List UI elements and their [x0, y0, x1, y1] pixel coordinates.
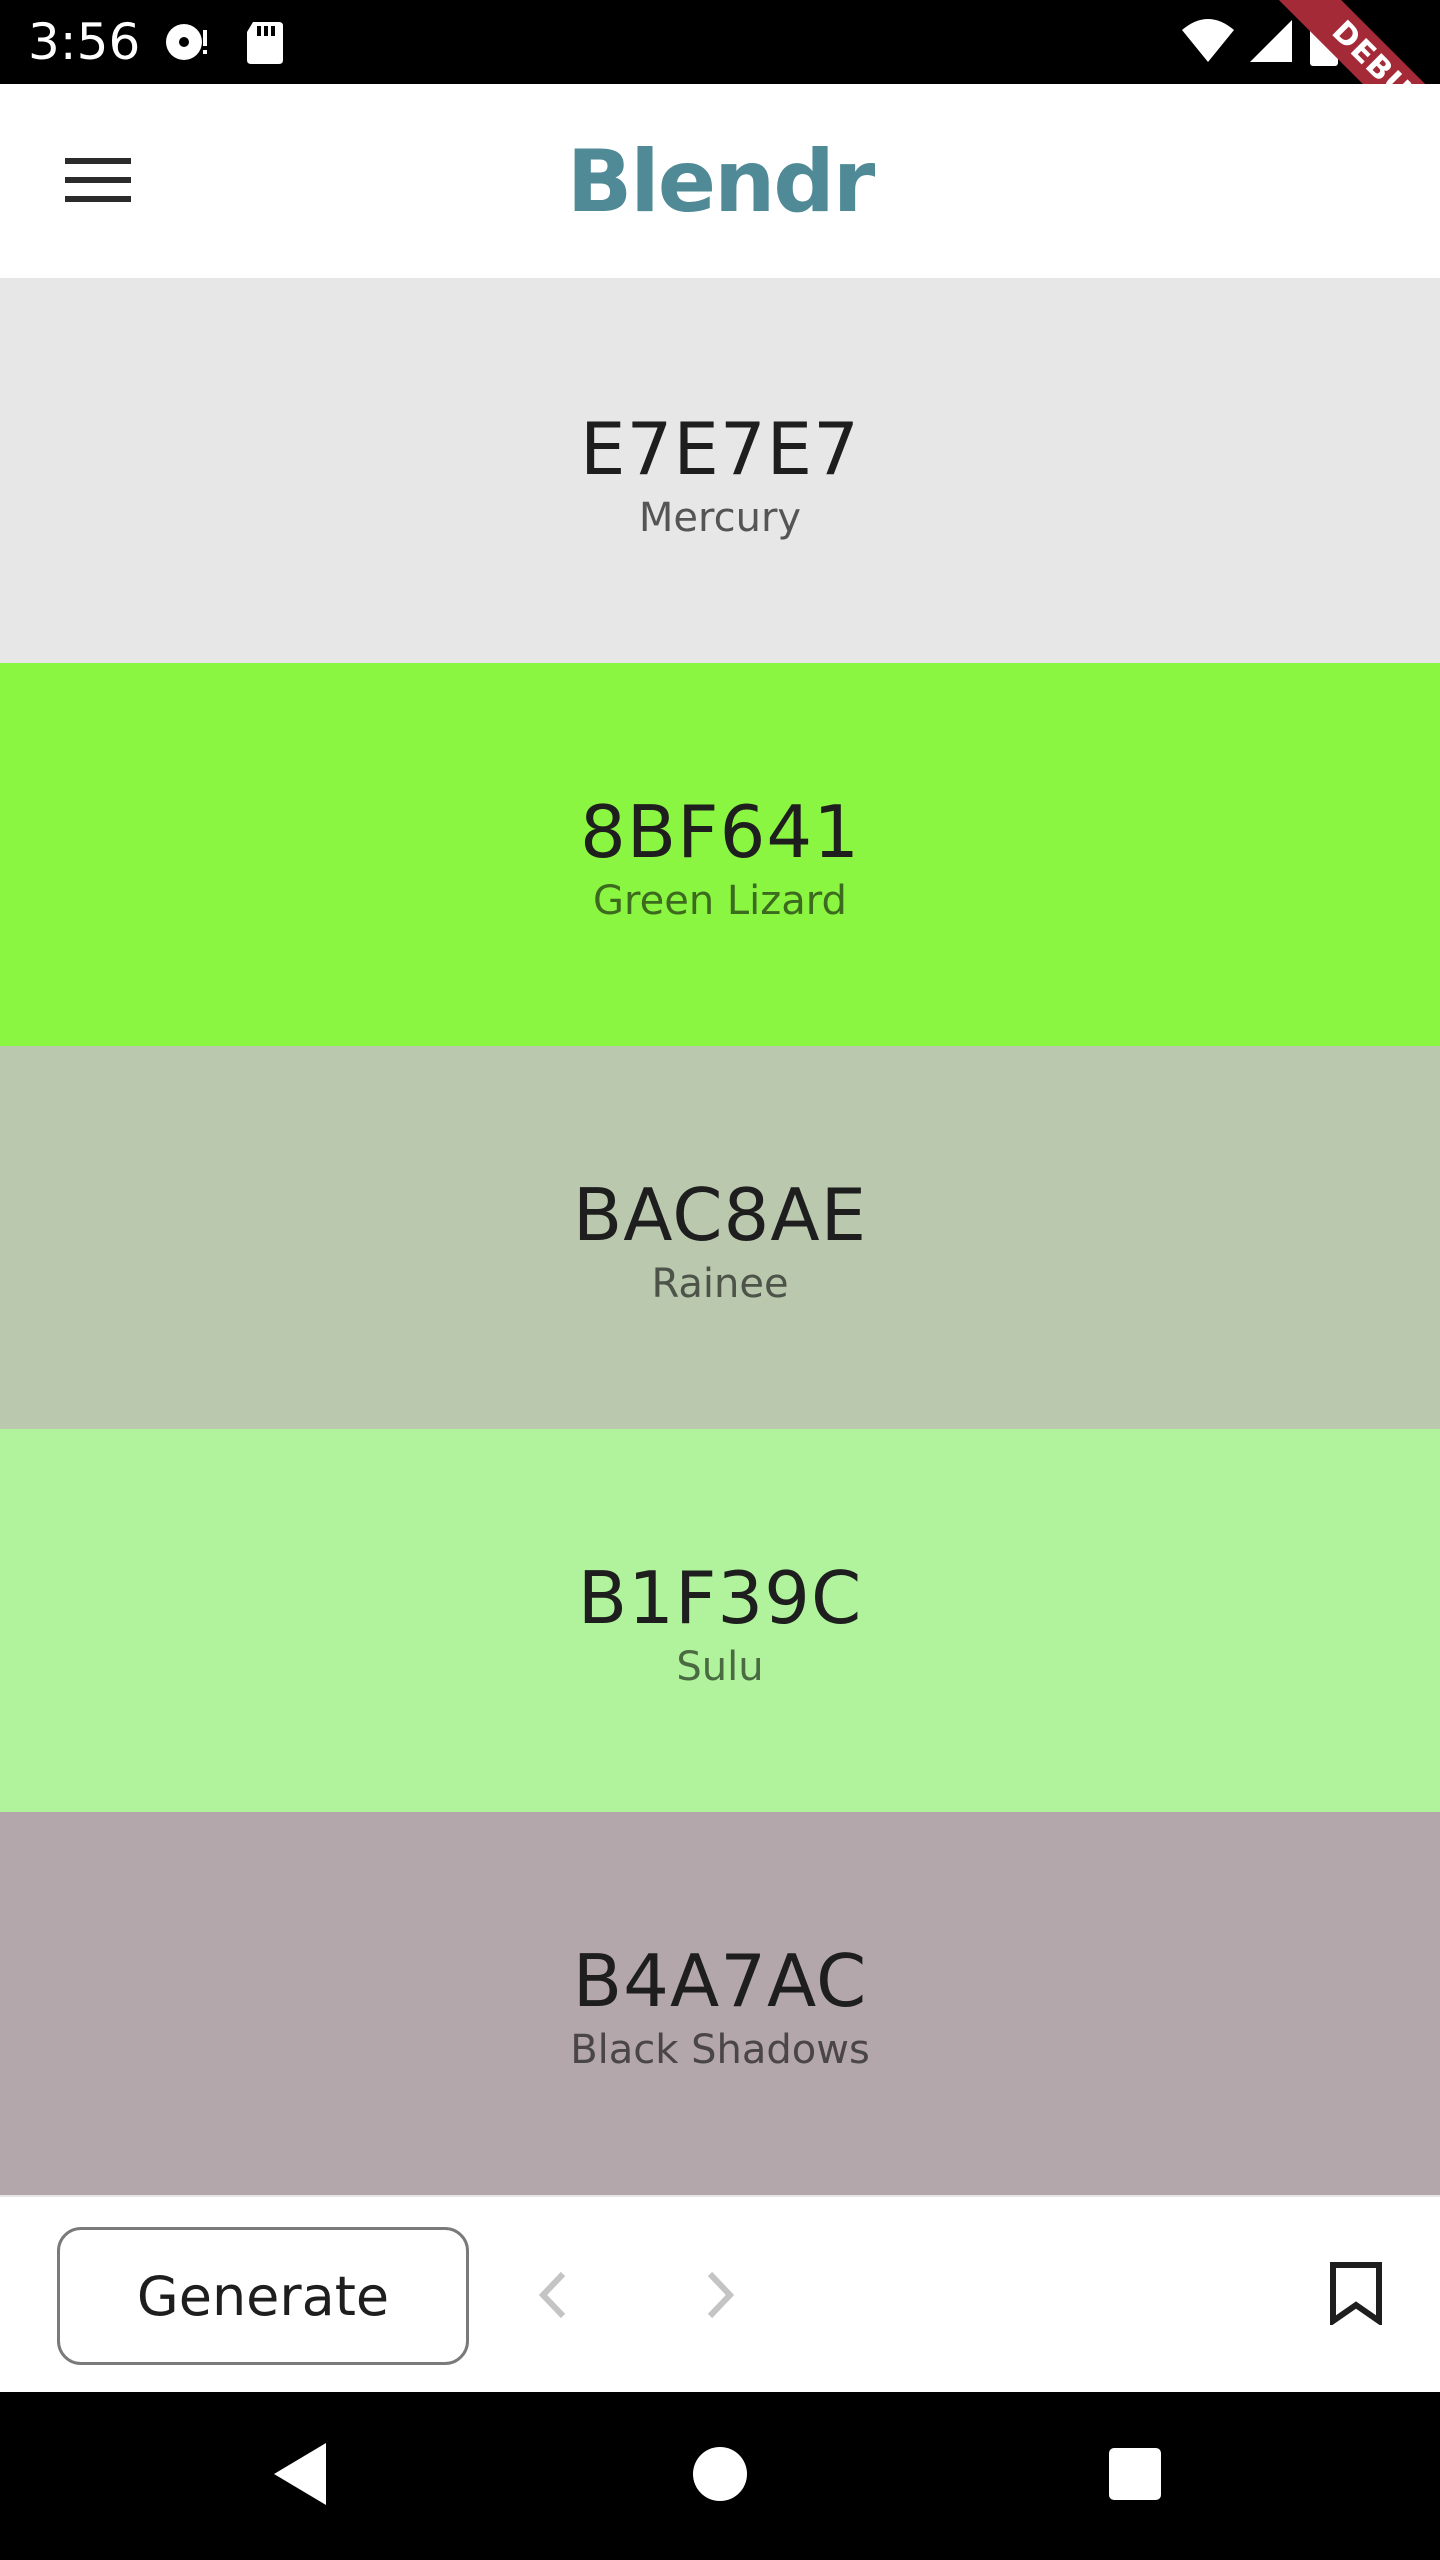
color-swatch[interactable]: 8BF641 Green Lizard	[0, 663, 1440, 1046]
previous-palette-button[interactable]	[513, 2257, 593, 2337]
swatch-hex-code: E7E7E7	[580, 406, 860, 491]
swatch-color-name: Green Lizard	[593, 877, 847, 924]
color-swatch[interactable]: B4A7AC Black Shadows	[0, 1812, 1440, 2195]
app-title: Blendr	[566, 132, 876, 232]
swatch-color-name: Sulu	[676, 1643, 764, 1690]
swatch-hex-code: B4A7AC	[572, 1938, 868, 2023]
system-navigation-bar	[0, 2392, 1440, 2560]
bottom-toolbar: Generate	[0, 2195, 1440, 2392]
home-circle-icon	[690, 2444, 750, 2508]
recents-square-icon	[1107, 2446, 1163, 2506]
chevron-right-icon	[700, 2270, 740, 2324]
swatch-color-name: Rainee	[651, 1260, 789, 1307]
swatch-color-name: Black Shadows	[570, 2026, 870, 2073]
bookmark-icon	[1329, 2261, 1383, 2329]
menu-button[interactable]	[50, 142, 146, 222]
status-time: 3:56	[28, 13, 141, 71]
swatch-hex-code: BAC8AE	[572, 1172, 868, 1257]
hamburger-menu-icon	[65, 155, 131, 209]
status-bar: 3:56	[0, 0, 1440, 84]
next-palette-button[interactable]	[680, 2257, 760, 2337]
wifi-icon	[1180, 16, 1236, 68]
swatch-color-name: Mercury	[638, 494, 802, 541]
media-icon	[162, 18, 212, 70]
chevron-left-icon	[533, 2270, 573, 2324]
color-swatch[interactable]: BAC8AE Rainee	[0, 1046, 1440, 1429]
sd-card-icon	[245, 18, 285, 70]
system-home-button[interactable]	[670, 2426, 770, 2526]
generate-button[interactable]: Generate	[57, 2227, 469, 2365]
color-swatch-list: E7E7E7 Mercury 8BF641 Green Lizard BAC8A…	[0, 280, 1440, 2195]
color-swatch[interactable]: B1F39C Sulu	[0, 1429, 1440, 1812]
app-bar: Blendr	[0, 84, 1440, 280]
bookmark-button[interactable]	[1316, 2255, 1396, 2335]
battery-icon	[1310, 14, 1338, 70]
back-triangle-icon	[270, 2441, 330, 2511]
system-back-button[interactable]	[250, 2426, 350, 2526]
swatch-hex-code: 8BF641	[579, 789, 861, 874]
color-swatch[interactable]: E7E7E7 Mercury	[0, 280, 1440, 663]
signal-icon	[1248, 16, 1294, 68]
swatch-hex-code: B1F39C	[577, 1555, 863, 1640]
system-recents-button[interactable]	[1085, 2426, 1185, 2526]
